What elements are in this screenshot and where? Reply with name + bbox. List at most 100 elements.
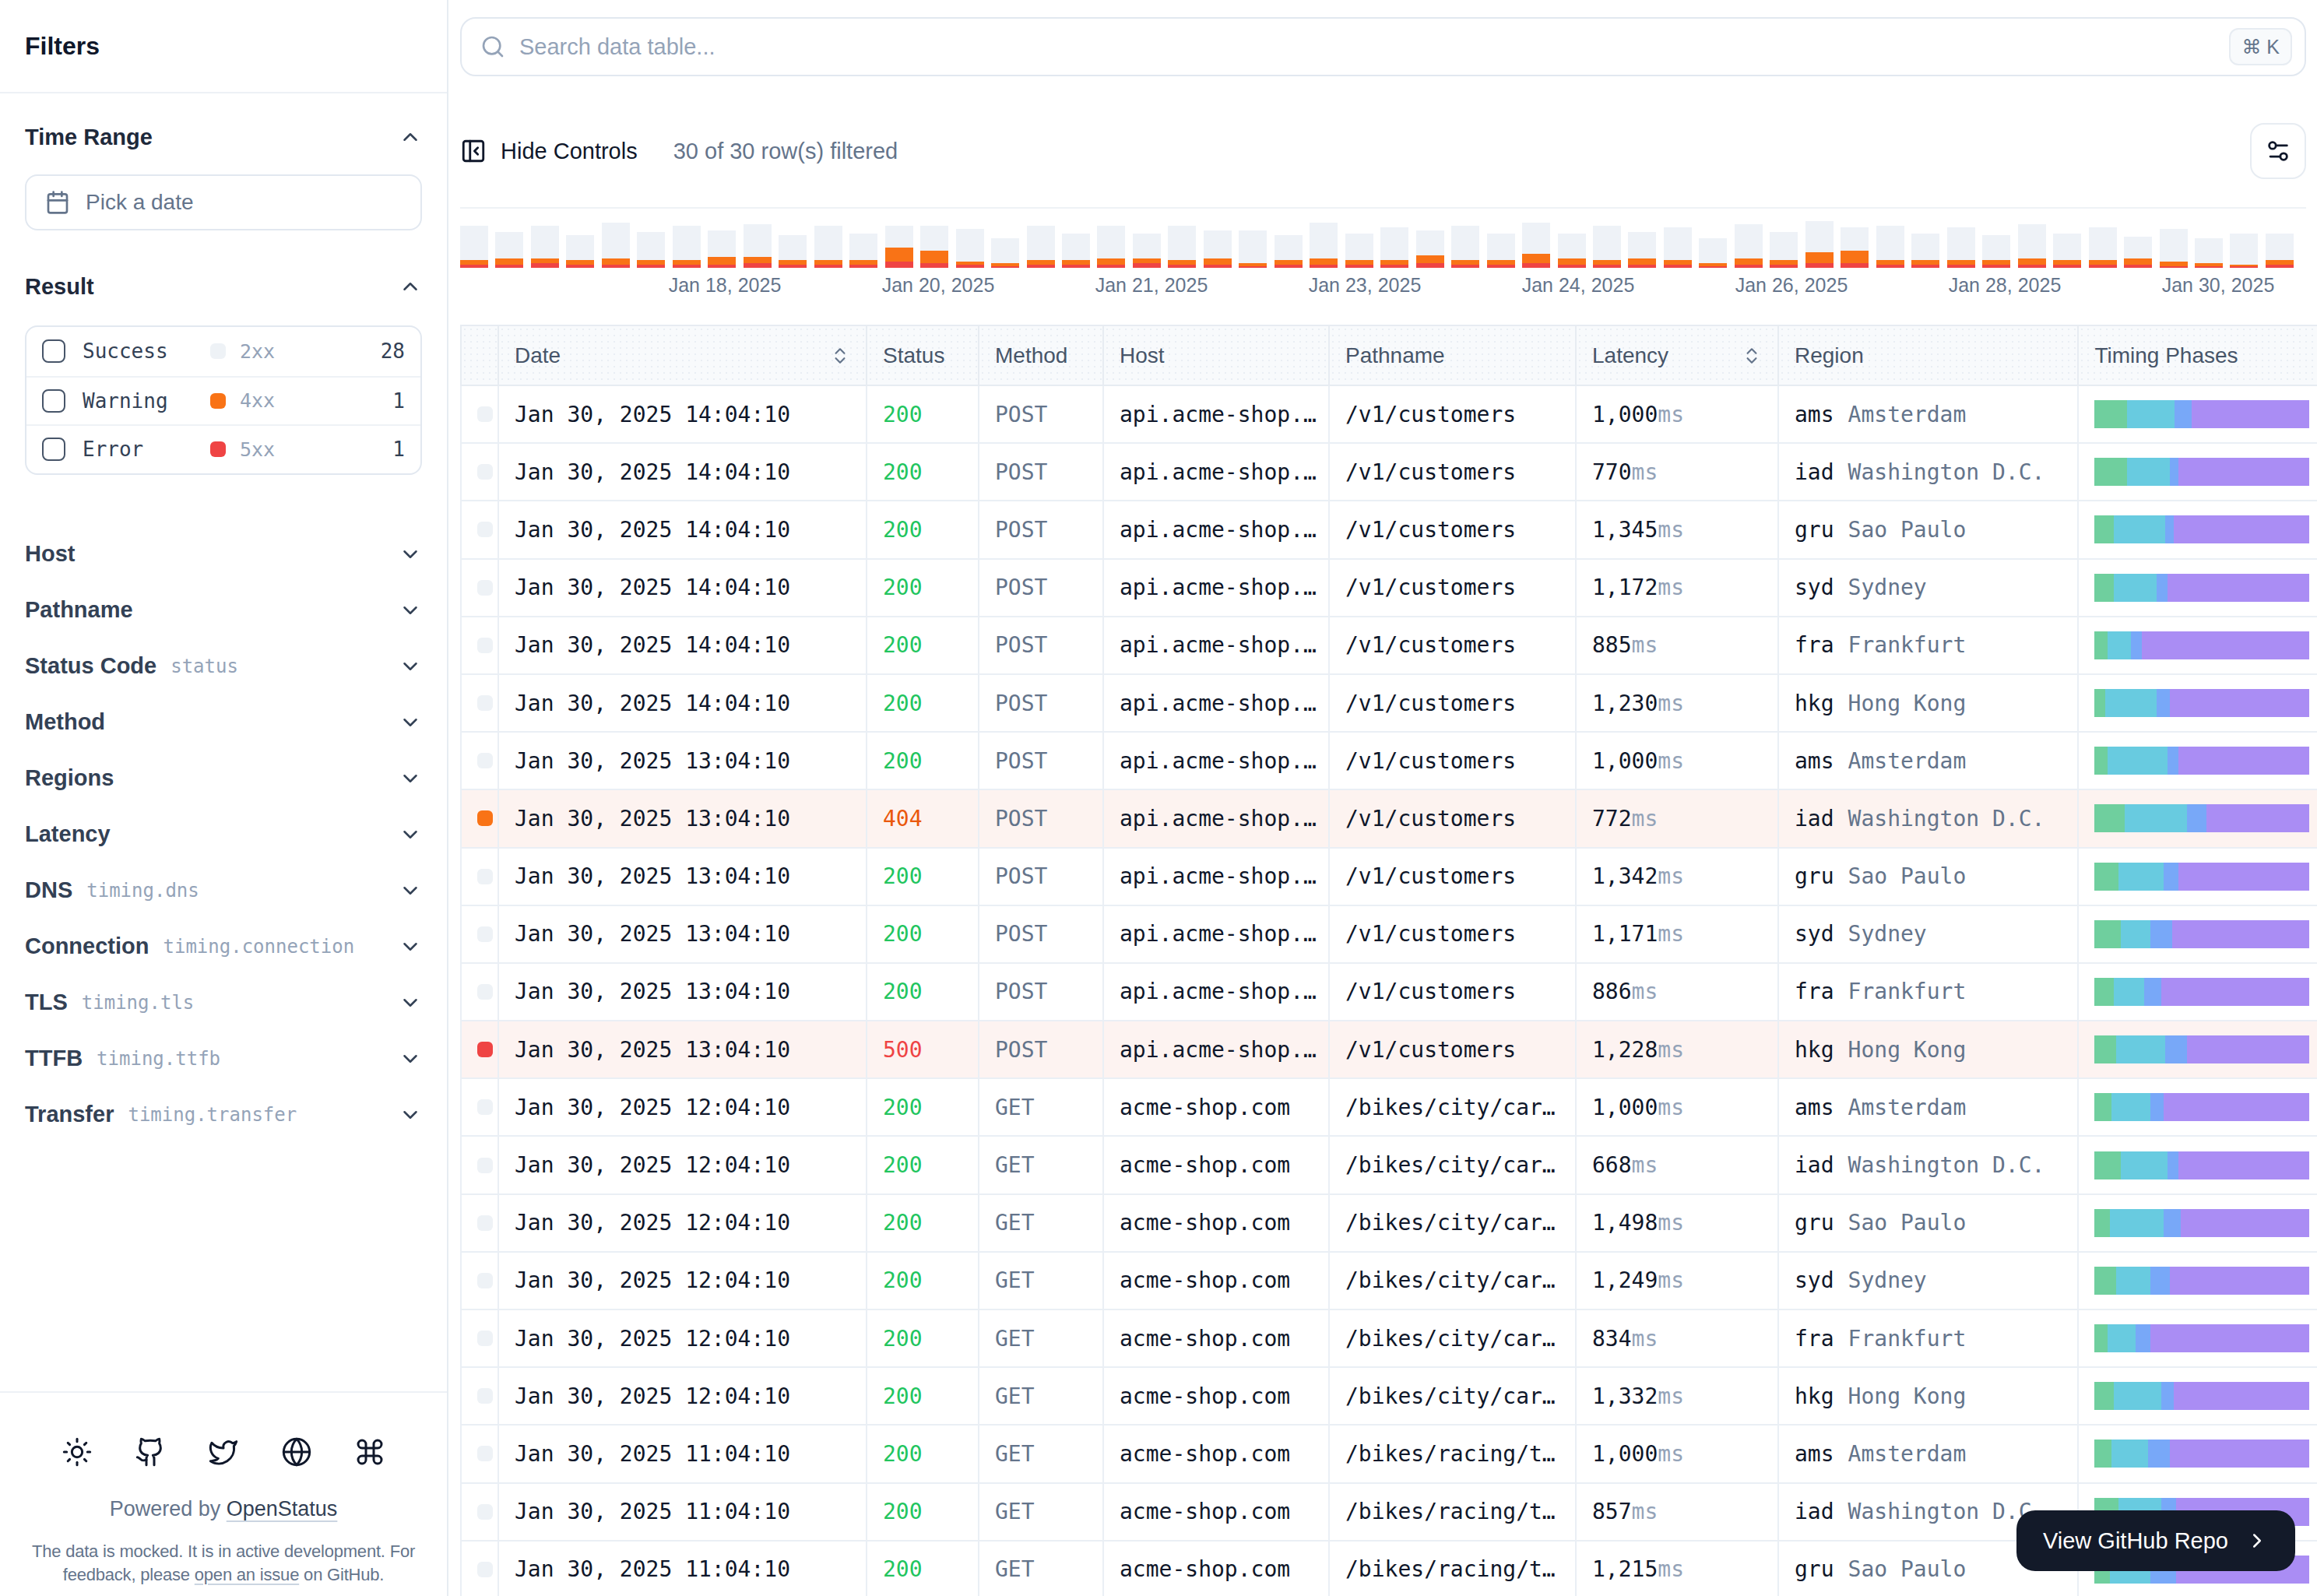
histogram-bar[interactable] — [1770, 232, 1798, 268]
table-row[interactable]: Jan 30, 2025 14:04:10 200 POST api.acme-… — [461, 443, 2317, 501]
table-row[interactable]: Jan 30, 2025 13:04:10 404 POST api.acme-… — [461, 789, 2317, 847]
histogram-bar[interactable] — [744, 224, 772, 268]
histogram-bar[interactable] — [1097, 226, 1125, 268]
histogram-bar[interactable] — [920, 226, 948, 268]
histogram-bar[interactable] — [1310, 223, 1338, 268]
histogram-bar[interactable] — [602, 223, 630, 268]
filter-accordion-transfer[interactable]: Transfertiming.transfer — [25, 1087, 422, 1143]
histogram-bar[interactable] — [1558, 234, 1586, 268]
table-row[interactable]: Jan 30, 2025 12:04:10 200 GET acme-shop.… — [461, 1136, 2317, 1193]
filter-accordion-tls[interactable]: TLStiming.tls — [25, 975, 422, 1031]
table-row[interactable]: Jan 30, 2025 13:04:10 200 POST api.acme-… — [461, 732, 2317, 789]
histogram-bar[interactable] — [956, 229, 984, 268]
filter-accordion-status-code[interactable]: Status Codestatus — [25, 638, 422, 694]
filter-accordion-latency[interactable]: Latency — [25, 807, 422, 863]
search-input[interactable]: Search data table... ⌘ K — [460, 17, 2306, 76]
histogram-bar[interactable] — [2160, 229, 2188, 268]
histogram-bar[interactable] — [2018, 224, 2046, 268]
histogram-bar[interactable] — [1735, 224, 1763, 268]
histogram-bar[interactable] — [1841, 227, 1869, 268]
histogram-bar[interactable] — [1628, 232, 1656, 268]
histogram-bar[interactable] — [2195, 238, 2223, 268]
histogram-bar[interactable] — [1133, 234, 1161, 268]
histogram-bar[interactable] — [2089, 227, 2117, 268]
histogram-bar[interactable] — [1275, 235, 1303, 268]
result-option-success[interactable]: Success 2xx 28 — [26, 327, 420, 376]
view-github-repo-button[interactable]: View GitHub Repo — [2016, 1510, 2295, 1571]
table-row[interactable]: Jan 30, 2025 12:04:10 200 GET acme-shop.… — [461, 1309, 2317, 1367]
histogram-bar[interactable] — [708, 230, 736, 268]
table-row[interactable]: Jan 30, 2025 13:04:10 200 POST api.acme-… — [461, 905, 2317, 963]
open-issue-link[interactable]: open an issue — [195, 1565, 299, 1584]
sort-icon[interactable] — [830, 346, 850, 366]
table-row[interactable]: Jan 30, 2025 11:04:10 200 GET acme-shop.… — [461, 1425, 2317, 1482]
histogram-bar[interactable] — [1911, 234, 1939, 268]
checkbox[interactable] — [42, 389, 65, 413]
checkbox[interactable] — [42, 438, 65, 461]
date-picker-input[interactable]: Pick a date — [25, 174, 422, 230]
filter-accordion-pathname[interactable]: Pathname — [25, 582, 422, 638]
histogram-bar[interactable] — [2124, 237, 2152, 268]
filter-accordion-ttfb[interactable]: TTFBtiming.ttfb — [25, 1031, 422, 1087]
histogram-bar[interactable] — [1876, 226, 1904, 268]
table-row[interactable]: Jan 30, 2025 12:04:10 200 GET acme-shop.… — [461, 1078, 2317, 1136]
sort-icon[interactable] — [1742, 346, 1762, 366]
view-options-button[interactable] — [2250, 123, 2306, 179]
histogram-bar[interactable] — [1487, 234, 1515, 268]
twitter-icon[interactable] — [208, 1436, 239, 1468]
globe-icon[interactable] — [281, 1436, 312, 1468]
histogram-bar[interactable] — [1027, 226, 1055, 268]
hide-controls-button[interactable]: Hide Controls — [460, 138, 638, 164]
histogram-bar[interactable] — [531, 226, 559, 268]
filter-accordion-dns[interactable]: DNStiming.dns — [25, 863, 422, 919]
col-latency[interactable]: Latency — [1576, 325, 1778, 385]
histogram-bar[interactable] — [1982, 235, 2010, 268]
histogram-bar[interactable] — [1204, 230, 1232, 268]
histogram-bar[interactable] — [849, 234, 877, 268]
histogram-bar[interactable] — [1593, 226, 1621, 268]
histogram-bar[interactable] — [1947, 227, 1975, 268]
table-row[interactable]: Jan 30, 2025 14:04:10 200 POST api.acme-… — [461, 559, 2317, 617]
section-time-range[interactable]: Time Range — [25, 107, 422, 167]
histogram-bar[interactable] — [1451, 226, 1479, 268]
histogram-bar[interactable] — [1239, 230, 1267, 268]
histogram-bar[interactable] — [566, 235, 594, 268]
result-option-error[interactable]: Error 5xx 1 — [26, 424, 420, 473]
table-row[interactable]: Jan 30, 2025 14:04:10 200 POST api.acme-… — [461, 617, 2317, 674]
histogram-bar[interactable] — [1805, 221, 1834, 268]
histogram-bar[interactable] — [1522, 223, 1550, 268]
section-result[interactable]: Result — [25, 257, 422, 316]
table-row[interactable]: Jan 30, 2025 12:04:10 200 GET acme-shop.… — [461, 1194, 2317, 1252]
table-row[interactable]: Jan 30, 2025 12:04:10 200 GET acme-shop.… — [461, 1252, 2317, 1309]
histogram-bar[interactable] — [1664, 227, 1692, 268]
checkbox[interactable] — [42, 339, 65, 363]
histogram-bars[interactable] — [460, 222, 2306, 268]
command-icon[interactable] — [354, 1436, 385, 1468]
histogram-bar[interactable] — [495, 232, 523, 268]
histogram-bar[interactable] — [2266, 234, 2294, 268]
table-row[interactable]: Jan 30, 2025 13:04:10 500 POST api.acme-… — [461, 1021, 2317, 1078]
histogram-bar[interactable] — [779, 235, 807, 268]
histogram-bar[interactable] — [1062, 234, 1090, 268]
histogram-bar[interactable] — [885, 226, 913, 268]
histogram-bar[interactable] — [1416, 230, 1444, 268]
histogram-bar[interactable] — [2230, 234, 2258, 268]
histogram-bar[interactable] — [1168, 226, 1196, 268]
histogram-bar[interactable] — [991, 238, 1019, 268]
filter-accordion-connection[interactable]: Connectiontiming.connection — [25, 919, 422, 975]
filter-accordion-regions[interactable]: Regions — [25, 751, 422, 807]
result-option-warning[interactable]: Warning 4xx 1 — [26, 376, 420, 425]
filter-accordion-host[interactable]: Host — [25, 526, 422, 582]
sun-icon[interactable] — [62, 1436, 93, 1468]
openstatus-link[interactable]: OpenStatus — [227, 1497, 338, 1520]
table-row[interactable]: Jan 30, 2025 13:04:10 200 POST api.acme-… — [461, 963, 2317, 1021]
histogram-bar[interactable] — [814, 226, 842, 268]
histogram-bar[interactable] — [1699, 238, 1727, 268]
table-row[interactable]: Jan 30, 2025 13:04:10 200 POST api.acme-… — [461, 848, 2317, 905]
histogram-bar[interactable] — [673, 226, 701, 268]
histogram-bar[interactable] — [2053, 234, 2081, 268]
histogram-bar[interactable] — [637, 232, 665, 268]
table-row[interactable]: Jan 30, 2025 14:04:10 200 POST api.acme-… — [461, 674, 2317, 732]
col-date[interactable]: Date — [498, 325, 867, 385]
table-row[interactable]: Jan 30, 2025 14:04:10 200 POST api.acme-… — [461, 385, 2317, 443]
